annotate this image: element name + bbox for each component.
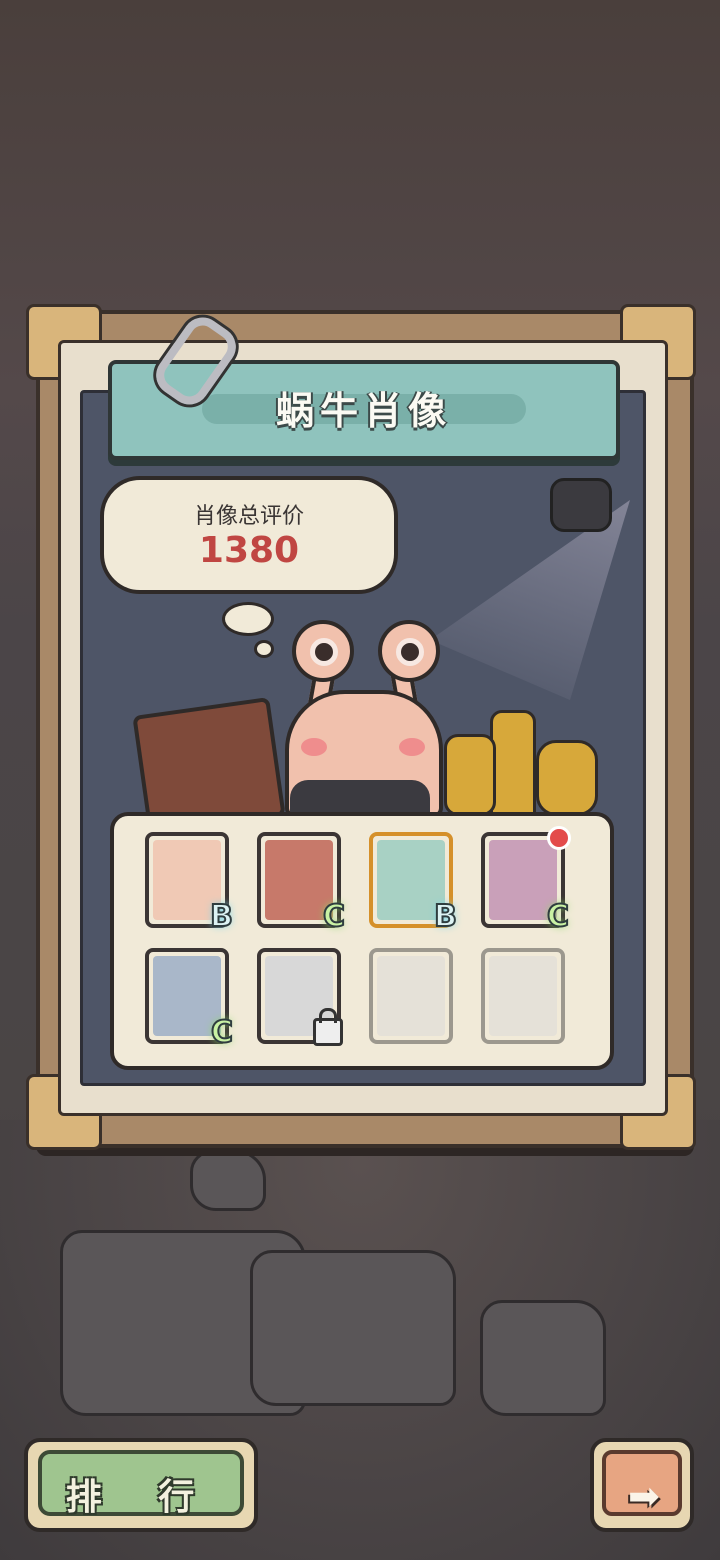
rating-value: 1380 <box>198 530 300 571</box>
arrow-right-icon: ➡ <box>628 1474 660 1518</box>
rock <box>250 1250 456 1406</box>
golden-statue-icon <box>536 740 598 816</box>
card-art <box>377 956 445 1036</box>
rock <box>480 1300 606 1416</box>
grade-badge: C <box>210 1014 234 1051</box>
machine-card[interactable]: C <box>145 948 234 1051</box>
grade-badge: B <box>209 898 234 935</box>
sunglasses-guy-card[interactable]: B <box>369 832 458 935</box>
wolf-card[interactable]: C <box>257 832 346 935</box>
notification-dot-icon <box>547 826 571 850</box>
grade-badge: C <box>546 898 570 935</box>
golden-statue-icon <box>444 734 496 816</box>
lock-icon <box>313 1008 343 1046</box>
thought-dot <box>222 602 274 636</box>
cloud-creature-card[interactable] <box>257 948 343 1046</box>
grade-badge: B <box>433 898 458 935</box>
snail-eye-icon <box>378 620 440 682</box>
rank-button[interactable]: 排 行 <box>24 1438 258 1532</box>
golden-statue-icon <box>490 710 536 816</box>
rock <box>190 1150 266 1211</box>
rating-bubble: 肖像总评价 1380 <box>100 476 398 594</box>
card-art <box>489 956 557 1036</box>
next-button[interactable]: ➡ <box>590 1438 694 1532</box>
mystery-card-2[interactable] <box>481 948 565 1044</box>
bearded-warrior-card[interactable]: C <box>481 826 571 935</box>
rank-button-label: 排 行 <box>65 1477 217 1518</box>
snail-portrait-card[interactable]: B <box>145 832 234 935</box>
spotlight-icon <box>550 478 612 532</box>
grade-badge: C <box>322 898 346 935</box>
mystery-card-1[interactable] <box>369 948 453 1044</box>
snail-eye-icon <box>292 620 354 682</box>
thought-dot <box>254 640 274 658</box>
rating-label: 肖像总评价 <box>193 504 304 529</box>
